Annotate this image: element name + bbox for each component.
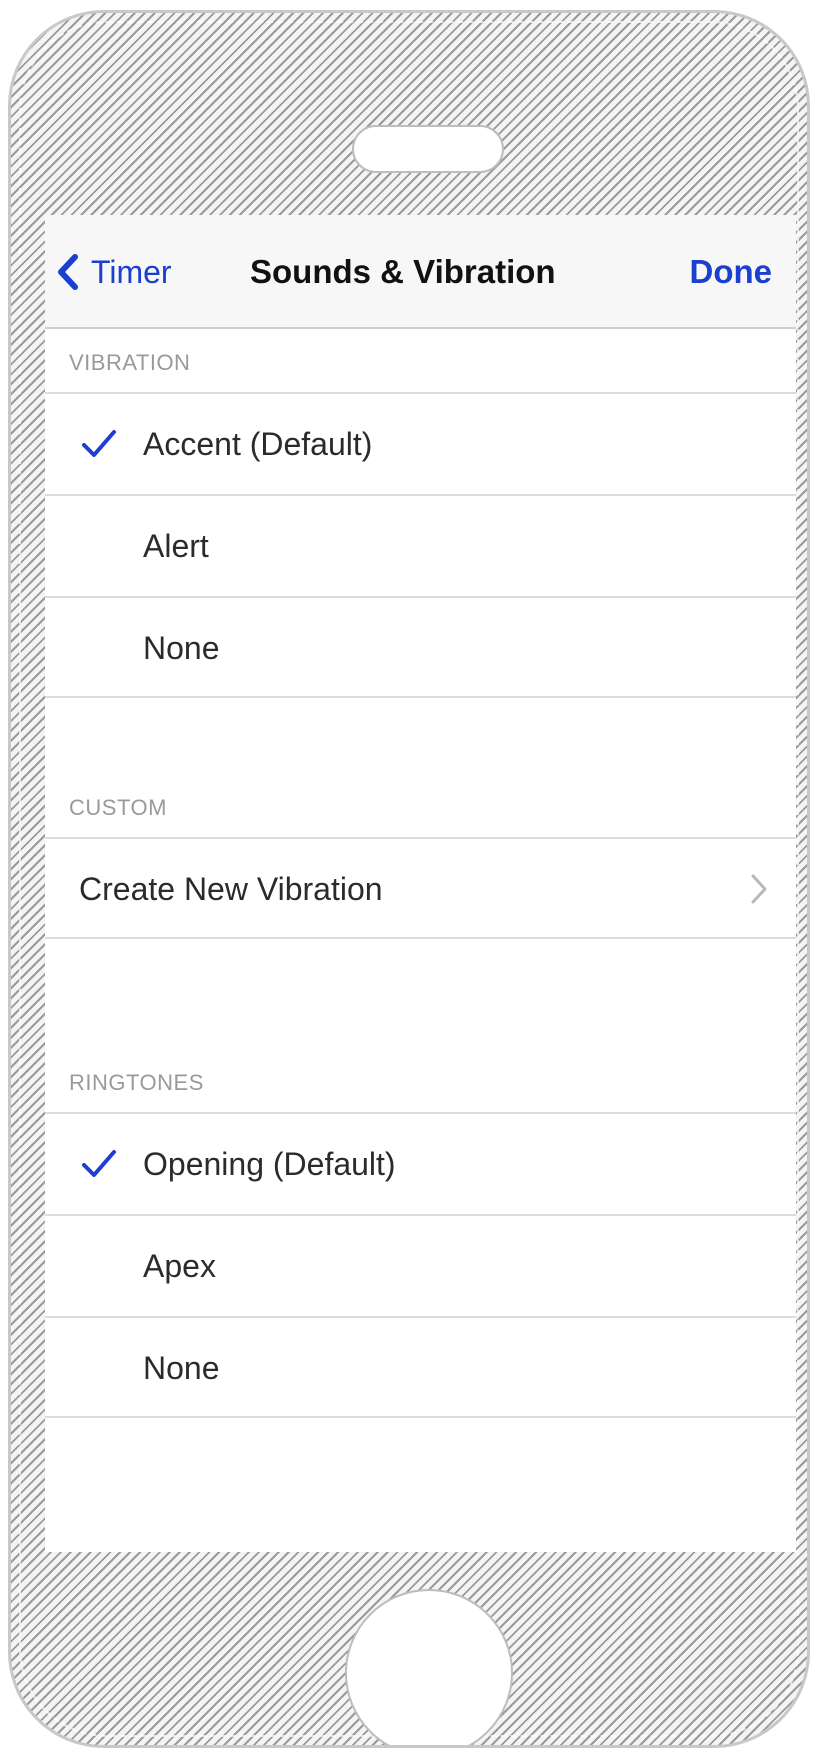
row-label: None bbox=[143, 630, 220, 666]
chevron-left-icon bbox=[58, 254, 78, 290]
create-new-vibration-row[interactable]: Create New Vibration bbox=[45, 837, 796, 939]
back-button-label: Timer bbox=[91, 253, 172, 290]
row-label: None bbox=[143, 1350, 220, 1386]
page-title: Sounds & Vibration bbox=[250, 253, 556, 290]
row-label: Apex bbox=[143, 1248, 216, 1284]
section-header-custom: CUSTOM bbox=[69, 795, 167, 820]
section-header-ringtones: RINGTONES bbox=[69, 1070, 204, 1095]
row-label: Create New Vibration bbox=[79, 871, 383, 907]
ringtone-item-opening[interactable]: Opening (Default) bbox=[45, 1112, 796, 1214]
navigation-bar: Timer Sounds & Vibration Done bbox=[45, 215, 796, 329]
ringtone-item-apex[interactable]: Apex bbox=[45, 1214, 796, 1316]
row-label: Accent (Default) bbox=[143, 426, 373, 462]
done-button[interactable]: Done bbox=[690, 245, 773, 299]
vibration-item-none[interactable]: None bbox=[45, 596, 796, 698]
chevron-right-icon bbox=[751, 874, 767, 904]
row-label: Opening (Default) bbox=[143, 1146, 396, 1182]
section-header-vibration: VIBRATION bbox=[69, 350, 191, 375]
screen: Timer Sounds & Vibration Done VIBRATION … bbox=[45, 215, 796, 1552]
checkmark-icon bbox=[82, 1150, 116, 1177]
back-button[interactable]: Timer bbox=[57, 245, 172, 299]
checkmark-icon bbox=[82, 430, 116, 457]
home-button[interactable] bbox=[345, 1589, 513, 1745]
vibration-item-alert[interactable]: Alert bbox=[45, 494, 796, 596]
row-label: Alert bbox=[143, 528, 209, 564]
ringtone-item-none[interactable]: None bbox=[45, 1316, 796, 1418]
vibration-item-accent[interactable]: Accent (Default) bbox=[45, 392, 796, 494]
earpiece-speaker bbox=[352, 125, 504, 173]
